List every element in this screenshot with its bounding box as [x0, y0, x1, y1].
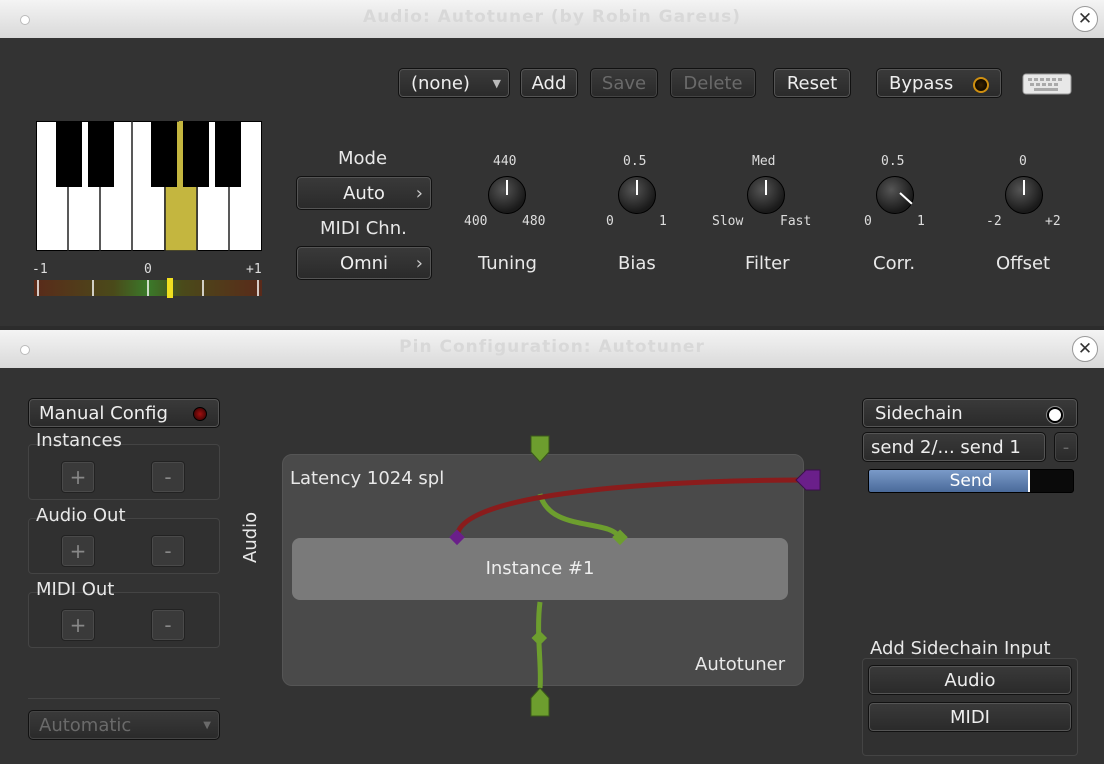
plugin-window: Audio: Autotuner (by Robin Gareus) ✕ (no…	[0, 0, 1104, 326]
sidechain-led-icon	[1047, 407, 1063, 423]
piano-keyboard[interactable]	[35, 120, 263, 252]
bias-max-label: 1	[659, 214, 667, 229]
pin-config-titlebar[interactable]: Pin Configuration: Autotuner ✕	[0, 330, 1104, 369]
mode-label: Mode	[338, 148, 388, 169]
bias-label: Bias	[618, 253, 656, 274]
instance-midi-in-pin-icon	[449, 529, 465, 546]
filter-label: Filter	[745, 253, 790, 274]
mode-value: Auto	[343, 183, 385, 204]
send-level-slider[interactable]: Send	[868, 469, 1074, 493]
corr-label: Corr.	[873, 253, 916, 274]
pin-config-window: Pin Configuration: Autotuner ✕ Manual Co…	[0, 330, 1104, 764]
send-label: Send	[949, 471, 993, 491]
offset-min-label: -2	[986, 214, 1002, 229]
midi-channel-value: Omni	[339, 253, 389, 274]
corr-min-label: 0	[864, 214, 872, 229]
save-preset-button[interactable]: Save	[590, 68, 658, 98]
filter-max-label: Fast	[780, 214, 812, 229]
sidechain-port-icon	[795, 469, 821, 491]
add-sidechain-label: Add Sidechain Input	[870, 638, 1051, 659]
midi-channel-label: MIDI Chn.	[320, 218, 407, 239]
meter-min-label: -1	[32, 262, 48, 277]
chevron-right-icon: ›	[415, 253, 423, 274]
audio-input-wire	[537, 493, 623, 540]
add-sidechain-audio-button[interactable]: Audio	[868, 665, 1072, 695]
preset-select-value: (none)	[411, 73, 470, 94]
input-port-icon	[530, 435, 550, 463]
filter-knob[interactable]	[747, 176, 785, 214]
output-port-icon	[530, 687, 550, 717]
midi-channel-select[interactable]: Omni ›	[296, 246, 432, 280]
corr-knob[interactable]	[876, 176, 914, 214]
sidechain-label: Sidechain	[875, 403, 963, 424]
plugin-panel: (none) ▼ Add Save Delete Reset Bypass -1…	[0, 38, 1104, 326]
bypass-led-icon	[973, 77, 989, 93]
corr-max-label: 1	[917, 214, 925, 229]
meter-max-label: +1	[246, 262, 262, 277]
delete-preset-button[interactable]: Delete	[670, 68, 756, 98]
bias-min-label: 0	[606, 214, 614, 229]
sidechain-midi-wire	[454, 477, 806, 539]
tuning-min-label: 400	[464, 214, 488, 229]
reset-button[interactable]: Reset	[773, 68, 851, 98]
close-icon[interactable]: ✕	[1072, 336, 1098, 362]
offset-center-label: 0	[1019, 154, 1027, 169]
pitch-meter	[34, 278, 262, 298]
instance-audio-out-pin-icon	[531, 630, 548, 646]
corr-center-label: 0.5	[881, 154, 905, 169]
tuning-knob[interactable]	[488, 176, 526, 214]
tuning-center-label: 440	[493, 154, 517, 169]
preset-select[interactable]: (none) ▼	[398, 68, 510, 98]
close-icon[interactable]: ✕	[1072, 6, 1098, 32]
add-preset-button[interactable]: Add	[520, 68, 578, 98]
offset-knob[interactable]	[1005, 176, 1043, 214]
meter-mid-label: 0	[144, 262, 152, 277]
tuning-max-label: 480	[522, 214, 546, 229]
tuning-label: Tuning	[478, 253, 537, 274]
filter-min-label: Slow	[712, 214, 744, 229]
bypass-button[interactable]: Bypass	[876, 68, 1002, 98]
pin-config-window-title: Pin Configuration: Autotuner	[399, 337, 705, 357]
filter-center-label: Med	[752, 154, 776, 169]
remove-send-button[interactable]: -	[1054, 432, 1078, 462]
pin-config-panel: Manual Config + - Instances + - Audio Ou…	[0, 368, 1104, 764]
bias-center-label: 0.5	[623, 154, 647, 169]
sidechain-toggle[interactable]: Sidechain	[862, 398, 1078, 428]
dropdown-arrow-icon: ▼	[492, 77, 501, 90]
plugin-window-title: Audio: Autotuner (by Robin Gareus)	[363, 7, 741, 27]
plugin-titlebar[interactable]: Audio: Autotuner (by Robin Gareus) ✕	[0, 0, 1104, 39]
offset-max-label: +2	[1045, 214, 1061, 229]
bias-knob[interactable]	[618, 176, 656, 214]
chevron-right-icon: ›	[415, 183, 423, 204]
send-select[interactable]: send 2/... send 1	[862, 432, 1046, 462]
bypass-label: Bypass	[889, 73, 954, 94]
mode-select[interactable]: Auto ›	[296, 176, 432, 210]
keyboard-icon[interactable]	[1022, 70, 1072, 96]
add-sidechain-midi-button[interactable]: MIDI	[868, 702, 1072, 732]
offset-label: Offset	[996, 253, 1051, 274]
